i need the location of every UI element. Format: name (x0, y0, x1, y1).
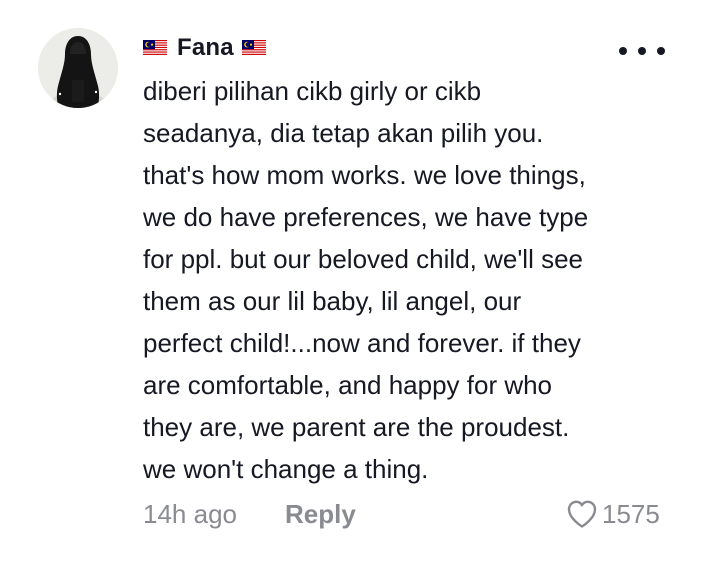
comment-text-line: for ppl. but our beloved child, we'll se… (143, 244, 583, 274)
comment-text-line: we do have preferences, we have type (143, 202, 589, 232)
heart-icon (567, 500, 597, 528)
comment-text-line: them as our lil baby, lil angel, our (143, 286, 522, 316)
malaysia-flag-icon (241, 40, 266, 56)
more-dot (619, 47, 627, 55)
avatar-image (38, 28, 118, 108)
like-count: 1575 (602, 498, 660, 529)
comment-item: Fana diberi pilihan cikb girly or cikb s… (0, 0, 722, 562)
like-button[interactable]: 1575 (566, 494, 660, 534)
malaysia-flag-icon (143, 40, 167, 56)
comment-text-line: diberi pilihan cikb girly or cikb (143, 76, 482, 106)
comment-text-line: they are, we parent are the proudest. (143, 412, 570, 442)
avatar[interactable] (38, 28, 118, 108)
more-dot (657, 47, 665, 55)
comment-text-line: that's how mom works. we love things, (143, 160, 586, 190)
comment-text-line: perfect child!...now and forever. if the… (143, 328, 581, 358)
comment-text-line: we won't change a thing. (143, 454, 429, 484)
comment-meta: 14h ago Reply (143, 494, 356, 534)
username[interactable]: Fana (177, 34, 234, 62)
comment-text: diberi pilihan cikb girly or cikb seadan… (143, 70, 703, 490)
timestamp: 14h ago (143, 498, 237, 529)
more-options-icon[interactable] (619, 40, 665, 62)
comment-text-line: are comfortable, and happy for who (143, 370, 553, 400)
reply-button[interactable]: Reply (285, 499, 356, 530)
comment-header: Fana (143, 30, 266, 66)
comment-text-line: seadanya, dia tetap akan pilih you. (143, 118, 544, 148)
more-dot (638, 47, 646, 55)
